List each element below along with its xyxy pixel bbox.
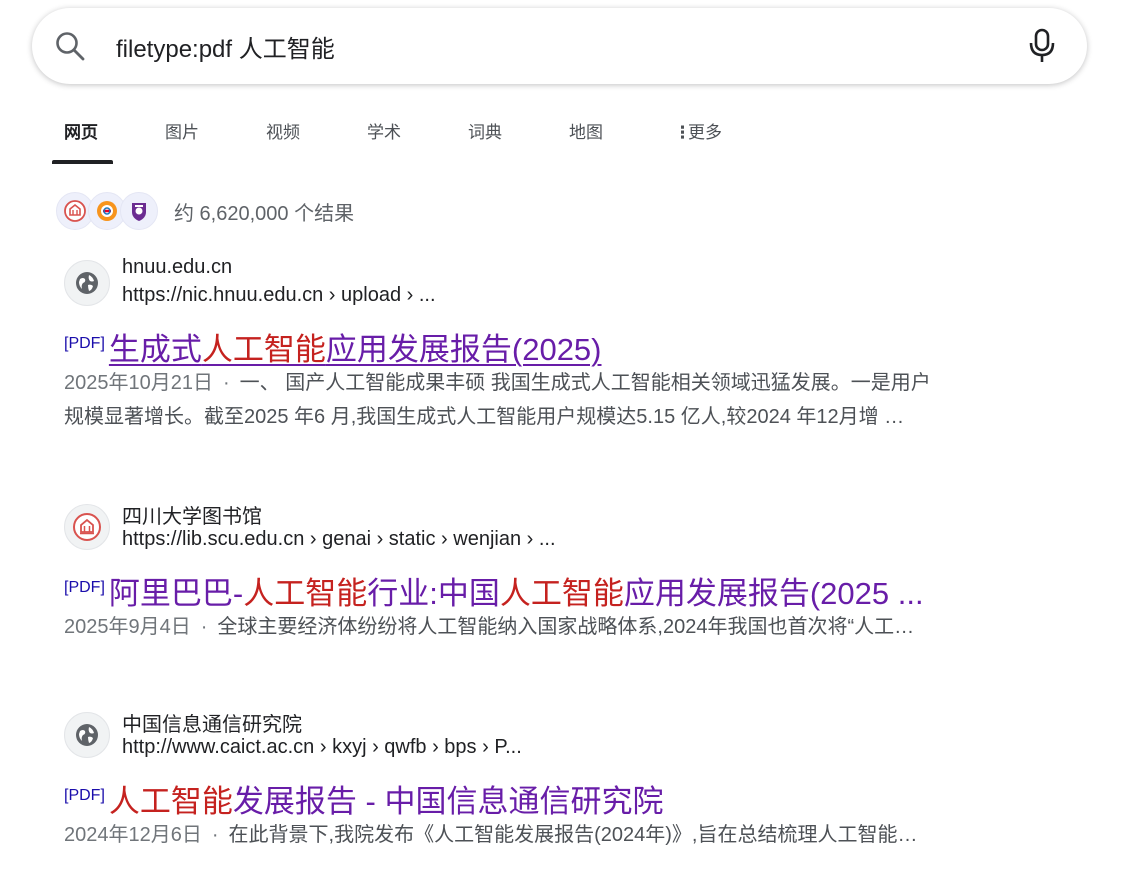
result-title-link[interactable]: 阿里巴巴-人工智能行业:中国人工智能应用发展报告(2025 ... — [109, 576, 924, 611]
globe-icon — [64, 260, 110, 306]
result-stats: 约 6,620,000 个结果 — [56, 192, 354, 230]
search-result: hnuu.edu.cn https://nic.hnuu.edu.cn › up… — [64, 256, 1064, 434]
result-source[interactable]: 中国信息通信研究院 http://www.caict.ac.cn › kxyj … — [64, 708, 1064, 766]
result-source[interactable]: hnuu.edu.cn https://nic.hnuu.edu.cn › up… — [64, 256, 1064, 314]
title-highlight: 人工智能 — [243, 576, 368, 611]
title-part: 生成式 — [108, 332, 202, 367]
site-url: http://www.caict.ac.cn › kxyj › qwfb › b… — [122, 736, 522, 758]
university-shield-icon — [120, 192, 158, 230]
separator-dot: · — [211, 824, 219, 846]
library-logo-icon — [64, 504, 110, 550]
snippet-text: 一、 国产人工智能成果丰硕 我国生成式人工智能相关领域迅猛发展。一是用户 — [239, 372, 931, 394]
result-title-row: [PDF] 阿里巴巴-人工智能行业:中国人工智能应用发展报告(2025 ... — [64, 568, 1064, 611]
separator-dot: · — [222, 372, 230, 394]
result-title-link[interactable]: 人工智能发展报告 - 中国信息通信研究院 — [109, 784, 664, 819]
search-result: 中国信息通信研究院 http://www.caict.ac.cn › kxyj … — [64, 708, 1064, 852]
title-part: 阿里巴巴- — [108, 576, 244, 611]
title-part: 应用发展报告(2025) — [325, 332, 602, 367]
site-url: https://lib.scu.edu.cn › genai › static … — [122, 528, 556, 550]
pdf-tag: [PDF] — [64, 787, 105, 804]
title-highlight: 人工智能 — [108, 784, 233, 819]
result-title-link[interactable]: 生成式人工智能应用发展报告(2025) — [109, 332, 602, 367]
search-tabs: 网页 图片 视频 学术 词典 地图 ⋮更多 — [0, 110, 1130, 166]
search-icon[interactable] — [54, 30, 86, 62]
title-part: 应用发展报告(2025 ... — [623, 576, 924, 611]
site-name: hnuu.edu.cn — [122, 256, 233, 278]
result-snippet: 2025年10月21日 · 一、 国产人工智能成果丰硕 我国生成式人工智能相关领域迅… — [64, 366, 1054, 434]
snippet-text-cont: 规模显著增长。截至2025 年6 月,我国生成式人工智能用户规模达5.15 亿人… — [64, 406, 905, 428]
search-result: 四川大学图书馆 https://lib.scu.edu.cn › genai ›… — [64, 500, 1064, 644]
result-date: 2025年10月21日 — [64, 372, 213, 394]
result-source[interactable]: 四川大学图书馆 https://lib.scu.edu.cn › genai ›… — [64, 500, 1064, 558]
result-snippet: 2025年9月4日 · 全球主要经济体纷纷将人工智能纳入国家战略体系,2024年我国… — [64, 610, 1054, 644]
result-date: 2025年9月4日 — [64, 616, 191, 638]
result-count: 约 6,620,000 个结果 — [174, 202, 355, 225]
site-url: https://nic.hnuu.edu.cn › upload › ... — [122, 284, 436, 306]
tab-images[interactable]: 图片 — [165, 118, 199, 143]
title-part: 行业:中国 — [367, 576, 500, 611]
separator-dot: · — [200, 616, 208, 638]
result-date: 2024年12月6日 — [64, 824, 202, 846]
tab-dictionary[interactable]: 词典 — [468, 118, 502, 143]
result-snippet: 2024年12月6日 · 在此背景下,我院发布《人工智能发展报告(2024年)》,旨… — [64, 818, 1054, 852]
search-input[interactable] — [116, 26, 996, 66]
site-name: 四川大学图书馆 — [122, 506, 262, 528]
tab-more-label: 更多 — [688, 123, 722, 142]
more-vertical-icon: ⋮ — [674, 123, 691, 142]
result-title-row: [PDF] 生成式人工智能应用发展报告(2025) — [64, 324, 1064, 367]
site-name: 中国信息通信研究院 — [122, 714, 302, 736]
title-highlight: 人工智能 — [499, 576, 624, 611]
search-box — [32, 8, 1087, 84]
snippet-text: 在此背景下,我院发布《人工智能发展报告(2024年)》,旨在总结梳理人工智能… — [228, 824, 918, 846]
snippet-text: 全球主要经济体纷纷将人工智能纳入国家战略体系,2024年我国也首次将“人工… — [217, 616, 915, 638]
microphone-icon[interactable] — [1027, 28, 1057, 64]
active-tab-indicator — [52, 160, 113, 164]
source-avatars — [56, 192, 160, 230]
result-title-row: [PDF] 人工智能发展报告 - 中国信息通信研究院 — [64, 776, 1064, 819]
pdf-tag: [PDF] — [64, 335, 105, 352]
tab-academic[interactable]: 学术 — [367, 118, 401, 143]
tab-more[interactable]: ⋮更多 — [674, 118, 722, 143]
title-part: 发展报告 - 中国信息通信研究院 — [232, 784, 664, 819]
tab-web[interactable]: 网页 — [64, 118, 98, 143]
title-highlight: 人工智能 — [201, 332, 326, 367]
pdf-tag: [PDF] — [64, 579, 105, 596]
globe-icon — [64, 712, 110, 758]
tab-videos[interactable]: 视频 — [266, 118, 300, 143]
tab-maps[interactable]: 地图 — [569, 118, 603, 143]
